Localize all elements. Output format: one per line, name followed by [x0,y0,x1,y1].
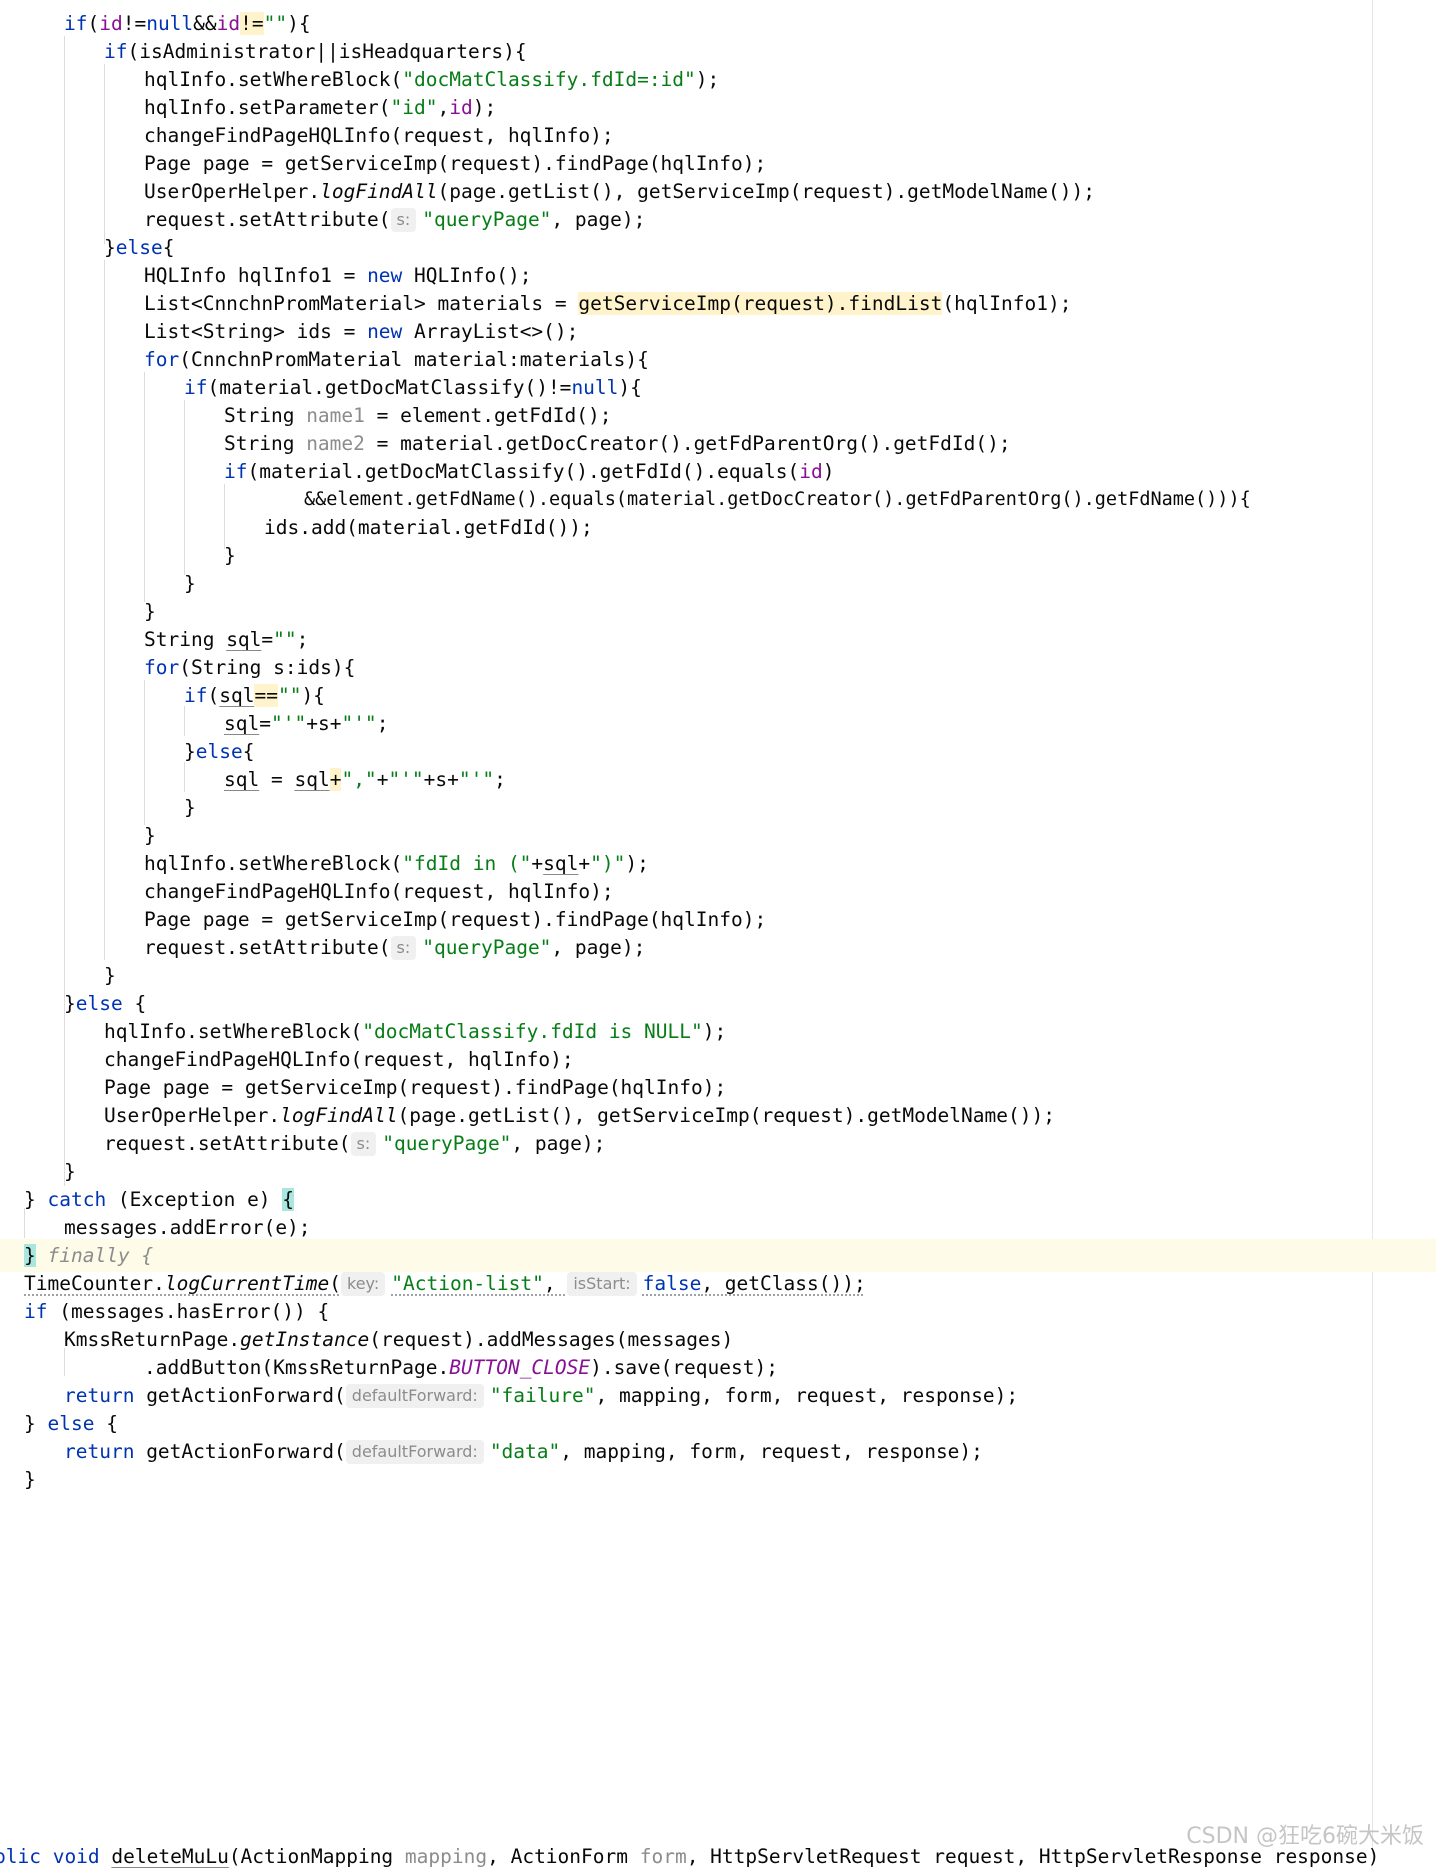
matched-brace: } [24,1244,36,1267]
code-line: } [24,1468,36,1491]
parameter-hint: defaultForward: [345,1440,484,1464]
watermark: CSDN @狂吃6碗大米饭 [1186,1824,1424,1849]
parameter-hint: s: [390,208,417,232]
parameter-hint: isStart: [567,1272,637,1296]
parameter-hint: defaultForward: [345,1384,484,1408]
matched-brace: { [282,1188,295,1211]
parameter-hint: key: [341,1272,386,1296]
code-editor[interactable]: if(id!=null&&id!=""){ if(isAdministrator… [0,0,1436,1868]
parameter-hint: s: [350,1132,377,1156]
parameter-hint: s: [390,936,417,960]
